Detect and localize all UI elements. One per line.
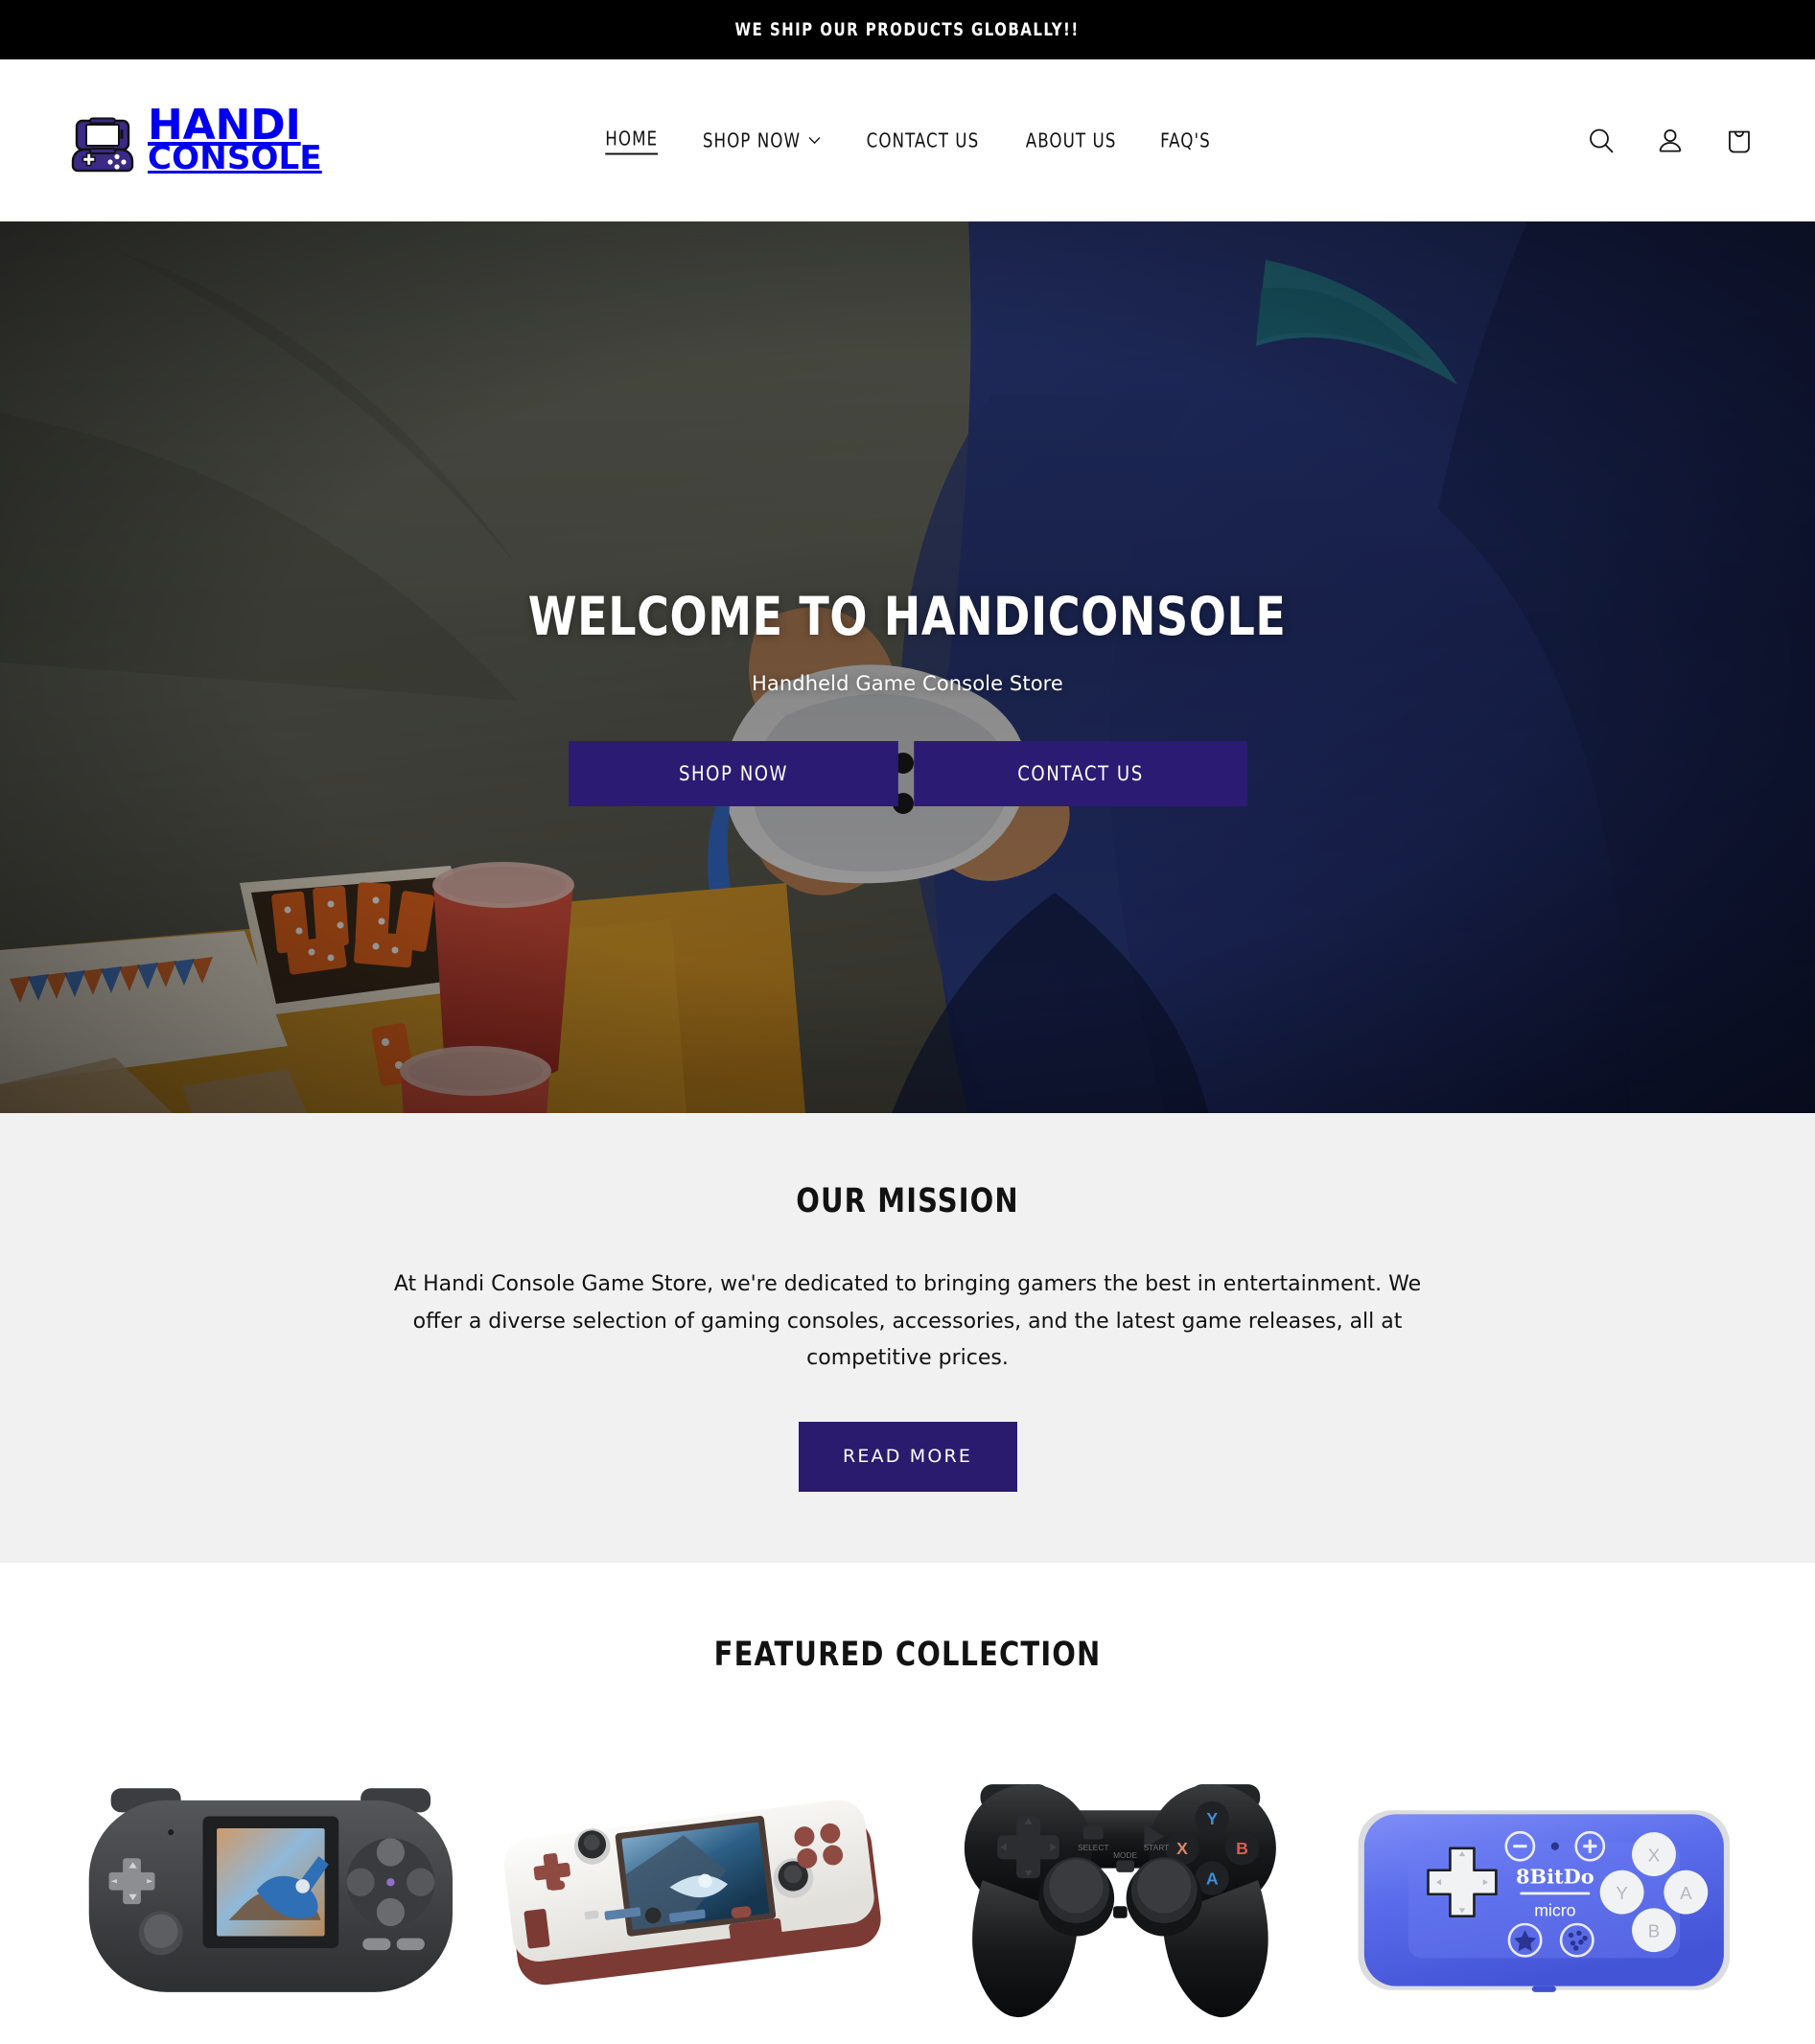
product-card[interactable] bbox=[71, 1756, 471, 2044]
nav-item-faqs[interactable]: FAQ'S bbox=[1142, 120, 1228, 162]
announcement-bar: WE SHIP OUR PRODUCTS GLOBALLY!! bbox=[0, 0, 1815, 59]
hero-banner: WELCOME TO HANDICONSOLE Handheld Game Co… bbox=[0, 221, 1815, 1113]
hero-title: WELCOME TO HANDICONSOLE bbox=[528, 586, 1287, 647]
handheld-console-icon bbox=[71, 109, 134, 173]
announcement-text: WE SHIP OUR PRODUCTS GLOBALLY!! bbox=[734, 19, 1081, 40]
account-icon[interactable] bbox=[1654, 125, 1687, 157]
logo-wordmark: HANDI CONSOLE bbox=[148, 105, 322, 177]
product-card[interactable]: 8BitDo micro X A Y B bbox=[1344, 1756, 1744, 2044]
featured-collection-title: FEATURED COLLECTION bbox=[713, 1635, 1102, 1674]
svg-text:micro: micro bbox=[1534, 1900, 1575, 1919]
black-handheld-console-image[interactable] bbox=[71, 1756, 471, 2044]
mission-section: OUR MISSION At Handi Console Game Store,… bbox=[0, 1113, 1815, 1563]
nav-label-home: HOME bbox=[604, 127, 658, 154]
mission-title: OUR MISSION bbox=[796, 1182, 1019, 1220]
featured-collection-section: FEATURED COLLECTION Y X B A SELECT START… bbox=[0, 1562, 1815, 2044]
site-header: HANDI CONSOLE HOME SHOP NOW CONTACT US A… bbox=[0, 59, 1815, 221]
svg-text:SELECT: SELECT bbox=[1078, 1842, 1108, 1851]
main-navigation: HOME SHOP NOW CONTACT US ABOUT US FAQ'S bbox=[584, 117, 1232, 164]
mission-body-text: At Handi Console Game Store, we're dedic… bbox=[393, 1272, 1422, 1370]
hero-contact-us-button[interactable]: CONTACT US bbox=[913, 741, 1247, 806]
nav-item-about-us[interactable]: ABOUT US bbox=[1008, 120, 1134, 162]
search-icon[interactable] bbox=[1585, 125, 1617, 157]
product-grid: Y X B A SELECT START MODE 8BitDo micro X… bbox=[0, 1674, 1815, 2044]
nav-item-home[interactable]: HOME bbox=[587, 117, 675, 164]
logo-line-2: CONSOLE bbox=[148, 138, 322, 177]
svg-text:MODE: MODE bbox=[1113, 1850, 1137, 1860]
hero-button-group: SHOP NOW CONTACT US bbox=[562, 741, 1254, 806]
nav-item-shop-now[interactable]: SHOP NOW bbox=[685, 120, 838, 162]
svg-text:Y: Y bbox=[1617, 1882, 1629, 1902]
site-logo[interactable]: HANDI CONSOLE bbox=[71, 105, 322, 177]
nav-item-contact-us[interactable]: CONTACT US bbox=[849, 120, 997, 162]
hero-content: WELCOME TO HANDICONSOLE Handheld Game Co… bbox=[0, 221, 1815, 1113]
product-card[interactable] bbox=[496, 1756, 896, 2044]
white-handheld-console-image[interactable] bbox=[496, 1756, 896, 2044]
nav-label-shop-now: SHOP NOW bbox=[702, 128, 801, 152]
read-more-button[interactable]: READ MORE bbox=[798, 1421, 1017, 1492]
svg-text:B: B bbox=[1236, 1839, 1248, 1858]
blue-mini-controller-image[interactable]: 8BitDo micro X A Y B bbox=[1344, 1756, 1744, 2044]
nav-label-faqs: FAQ'S bbox=[1159, 128, 1211, 152]
svg-text:A: A bbox=[1680, 1882, 1692, 1902]
svg-text:8BitDo: 8BitDo bbox=[1516, 1864, 1594, 1888]
nav-label-about-us: ABOUT US bbox=[1025, 128, 1117, 152]
svg-text:X: X bbox=[1648, 1845, 1661, 1865]
black-wireless-gamepad-image[interactable]: Y X B A SELECT START MODE bbox=[920, 1756, 1320, 2044]
hero-subtitle: Handheld Game Console Store bbox=[752, 672, 1063, 695]
svg-text:B: B bbox=[1648, 1920, 1661, 1940]
svg-text:A: A bbox=[1205, 1869, 1218, 1888]
hero-shop-now-button[interactable]: SHOP NOW bbox=[568, 741, 898, 806]
header-icon-group bbox=[1585, 125, 1756, 157]
product-card[interactable]: Y X B A SELECT START MODE bbox=[920, 1756, 1320, 2044]
nav-label-contact-us: CONTACT US bbox=[867, 128, 980, 152]
svg-text:Y: Y bbox=[1206, 1808, 1218, 1827]
svg-text:START: START bbox=[1143, 1842, 1169, 1851]
cart-icon[interactable] bbox=[1723, 125, 1756, 157]
chevron-down-icon bbox=[808, 137, 820, 145]
svg-text:X: X bbox=[1176, 1839, 1188, 1858]
